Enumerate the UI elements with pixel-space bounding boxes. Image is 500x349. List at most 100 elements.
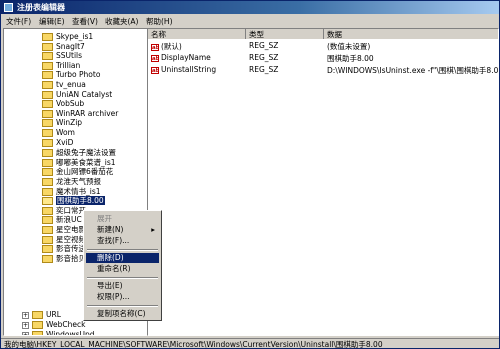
tree-item-label: WebCheck bbox=[46, 320, 86, 329]
folder-icon bbox=[42, 81, 53, 89]
tree-item[interactable]: Trillian bbox=[42, 61, 80, 71]
tree-item[interactable]: 超级兔子魔法设置 bbox=[42, 147, 116, 158]
expand-icon[interactable]: + bbox=[22, 321, 29, 329]
folder-icon bbox=[32, 311, 43, 319]
menu-separator bbox=[87, 277, 158, 279]
col-name[interactable]: 名称 bbox=[148, 29, 246, 39]
tree-item[interactable]: 嘟嘟美食菜谱_is1 bbox=[42, 157, 116, 167]
menu-item-copy-key-name[interactable]: 复制项名称(C) bbox=[86, 309, 159, 319]
value-type: REG_SZ bbox=[249, 53, 279, 62]
tree-item[interactable]: tv_enua bbox=[42, 80, 86, 90]
tree-item[interactable]: SnagIt7 bbox=[42, 42, 85, 52]
string-value-icon: ab bbox=[151, 43, 159, 51]
col-type[interactable]: 类型 bbox=[246, 29, 324, 39]
window-title: 注册表编辑器 bbox=[17, 3, 65, 12]
tree-item-label: XviD bbox=[56, 137, 74, 147]
folder-icon bbox=[42, 119, 53, 128]
menu-item-expand: 展开 bbox=[97, 214, 112, 223]
folder-icon bbox=[42, 109, 53, 118]
tree-item[interactable]: + WebCheck bbox=[22, 320, 85, 330]
tree-item-label: URL bbox=[46, 310, 61, 319]
tree-item-label: VobSub bbox=[56, 99, 85, 109]
tree-item[interactable]: UniAN Catalyst bbox=[42, 90, 112, 100]
regedit-icon bbox=[4, 3, 13, 12]
menu-item-find[interactable]: 查找(F)... bbox=[86, 236, 159, 246]
menu-item-delete[interactable]: 删除(D) bbox=[86, 253, 159, 263]
value-data: 围棋助手8.00 bbox=[327, 54, 374, 63]
string-value-icon: ab bbox=[151, 54, 159, 62]
tree-item-label: WindowsUpd bbox=[46, 330, 95, 336]
menu-item-new[interactable]: 新建(N) ▸ bbox=[86, 225, 159, 235]
folder-icon bbox=[42, 71, 53, 80]
tree-item-label: SnagIt7 bbox=[56, 41, 85, 51]
folder-icon bbox=[42, 42, 53, 51]
tree-item-label: 影音拾贝 bbox=[56, 253, 86, 263]
tree-item[interactable]: Skype_is1 bbox=[42, 32, 93, 42]
list-row[interactable]: ab (默认) REG_SZ (数值未设置) bbox=[148, 41, 498, 51]
tree-item[interactable]: 星空视频 bbox=[42, 234, 86, 244]
menu-file[interactable]: 文件(F) bbox=[6, 16, 31, 27]
tree-item[interactable]: 影音拾贝 bbox=[42, 253, 86, 263]
tree-item[interactable]: 奕口常开 bbox=[42, 205, 86, 215]
tree-item[interactable]: + WindowsUpd bbox=[22, 330, 95, 336]
tree-item-label: Wom bbox=[56, 128, 75, 137]
tree-item[interactable]: 魔术情书_is1 bbox=[42, 186, 101, 196]
menu-separator bbox=[87, 305, 158, 307]
tree-item[interactable]: 星空电影 bbox=[42, 224, 86, 234]
value-type: REG_SZ bbox=[249, 65, 279, 74]
value-type: REG_SZ bbox=[249, 41, 279, 50]
value-name: UninstallString bbox=[161, 65, 217, 74]
expand-icon[interactable]: + bbox=[22, 331, 29, 335]
folder-icon bbox=[32, 331, 43, 335]
menu-item-rename[interactable]: 重命名(R) bbox=[86, 264, 159, 274]
tree-item-label: Turbo Photo bbox=[56, 70, 101, 80]
tree-item[interactable]: 龙淮天气预报 bbox=[42, 176, 101, 186]
submenu-arrow-icon: ▸ bbox=[151, 225, 155, 234]
tree-item[interactable]: WinZip bbox=[42, 118, 82, 128]
col-data[interactable]: 数据 bbox=[324, 29, 498, 39]
menu-edit[interactable]: 编辑(E) bbox=[39, 16, 65, 27]
menu-item-export[interactable]: 导出(E) bbox=[86, 281, 159, 291]
menu-item-new-label: 新建(N) bbox=[97, 225, 124, 234]
tree-item[interactable]: 金山网镖6番茄花 bbox=[42, 166, 113, 177]
list-row[interactable]: ab DisplayName REG_SZ 围棋助手8.00 bbox=[148, 53, 498, 63]
value-name: DisplayName bbox=[161, 53, 211, 62]
folder-icon bbox=[42, 52, 53, 61]
folder-icon bbox=[42, 254, 53, 263]
value-data: (数值未设置) bbox=[327, 42, 371, 51]
menu-favorites[interactable]: 收藏夹(A) bbox=[105, 16, 138, 27]
tree-item[interactable]: WinRAR archiver bbox=[42, 109, 118, 119]
folder-icon bbox=[42, 33, 53, 41]
menu-separator bbox=[87, 249, 158, 251]
tree-item-label: Trillian bbox=[56, 60, 81, 70]
tree-item-label: WinRAR archiver bbox=[56, 108, 119, 118]
tree-item-label: Skype_is1 bbox=[56, 32, 94, 41]
menu-item-permissions[interactable]: 权限(P)... bbox=[86, 292, 159, 302]
list-header: 名称 类型 数据 bbox=[148, 29, 498, 39]
tree-item[interactable]: 围棋助手8.00 bbox=[42, 195, 105, 206]
value-name: (默认) bbox=[161, 42, 182, 51]
folder-icon bbox=[42, 100, 53, 109]
tree-item[interactable]: Turbo Photo bbox=[42, 70, 100, 80]
tree-item[interactable]: + URL bbox=[22, 310, 61, 320]
menu-view[interactable]: 查看(V) bbox=[72, 16, 98, 27]
tree-item[interactable]: 影音传送 bbox=[42, 243, 86, 254]
tree-item[interactable]: SSUtils bbox=[42, 51, 82, 61]
expand-icon[interactable]: + bbox=[22, 311, 29, 319]
list-row[interactable]: ab UninstallString REG_SZ D:\WINDOWS\IsUn… bbox=[148, 65, 498, 75]
values-list[interactable]: 名称 类型 数据 ab (默认) REG_SZ (数值未设置) ab Display… bbox=[147, 28, 499, 336]
folder-icon bbox=[42, 61, 53, 70]
folder-icon bbox=[42, 129, 53, 137]
tree-item[interactable]: Wom bbox=[42, 128, 75, 138]
tree-item[interactable]: VobSub bbox=[42, 99, 84, 109]
title-bar[interactable]: 注册表编辑器 bbox=[1, 1, 499, 14]
menu-help[interactable]: 帮助(H) bbox=[146, 16, 173, 27]
tree-item[interactable]: XviD bbox=[42, 138, 73, 148]
menu-bar: 文件(F) 编辑(E) 查看(V) 收藏夹(A) 帮助(H) bbox=[1, 14, 499, 27]
folder-icon bbox=[42, 90, 53, 99]
tree-item-label: WinZip bbox=[56, 118, 83, 128]
tree-item-label: SSUtils bbox=[56, 51, 83, 61]
tree-item[interactable]: 新浪UC bbox=[42, 214, 82, 225]
context-menu: 展开 新建(N) ▸ 查找(F)... 删除(D) 重命名(R) 导出(E) 权限… bbox=[83, 210, 162, 321]
tree-item-label: tv_enua bbox=[56, 80, 86, 89]
